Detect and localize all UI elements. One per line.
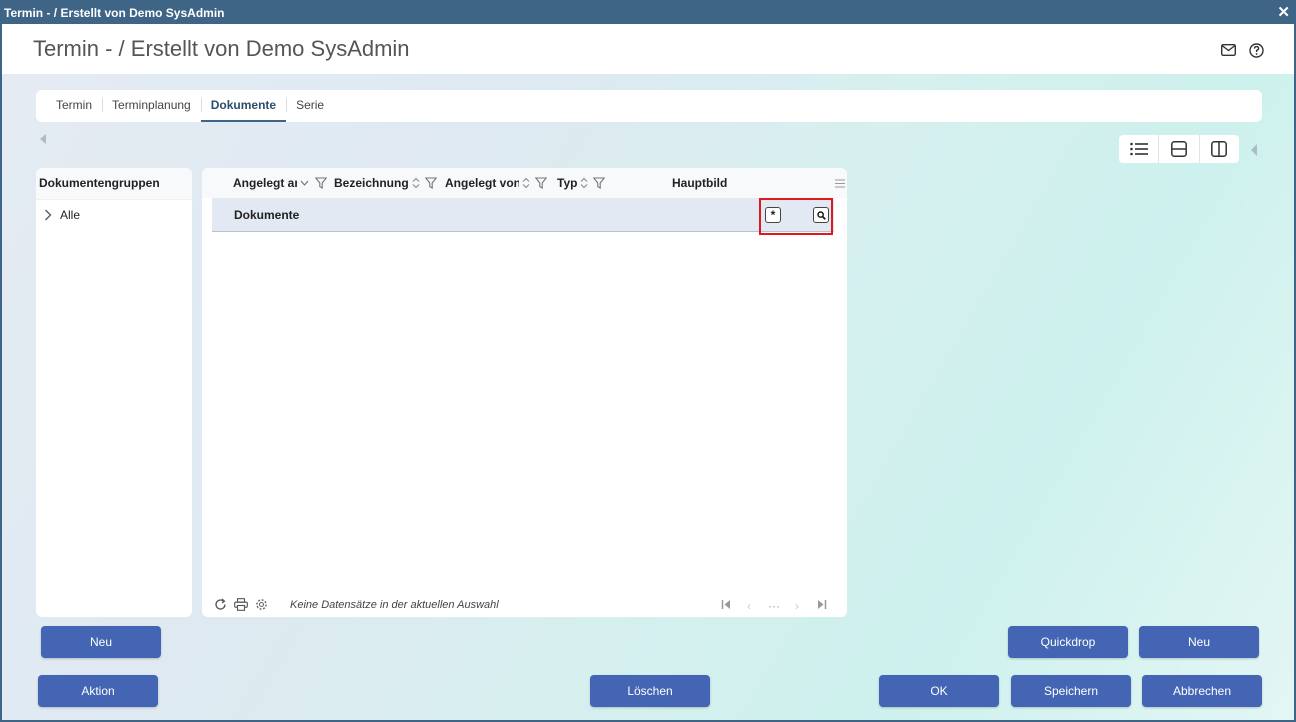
window-title: Termin - / Erstellt von Demo SysAdmin	[4, 6, 225, 20]
neu-right-button[interactable]: Neu	[1139, 626, 1259, 658]
column-angelegt-am[interactable]: Angelegt am	[233, 176, 327, 190]
neu-left-button[interactable]: Neu	[41, 626, 161, 658]
group-row-label: Dokumente	[234, 208, 300, 222]
grid-status-text: Keine Datensätze in der aktuellen Auswah…	[290, 599, 499, 611]
sort-icon[interactable]	[580, 177, 588, 189]
tab-termin[interactable]: Termin	[46, 90, 102, 122]
help-icon[interactable]	[1248, 42, 1264, 58]
pager-prev-icon[interactable]: ‹	[747, 599, 751, 613]
page-title: Termin - / Erstellt von Demo SysAdmin	[33, 36, 410, 61]
content-area: Termin Terminplanung Dokumente Serie Dok…	[2, 74, 1294, 720]
document-groups-title: Dokumentengruppen	[36, 168, 192, 200]
refresh-icon[interactable]	[214, 598, 227, 611]
column-angelegt-von[interactable]: Angelegt von	[445, 176, 547, 190]
chevron-right-icon[interactable]	[44, 209, 58, 221]
document-groups-panel: Dokumentengruppen Alle	[36, 168, 192, 617]
abbrechen-button[interactable]: Abbrechen	[1142, 675, 1262, 707]
tab-serie[interactable]: Serie	[286, 90, 334, 122]
filter-icon[interactable]	[535, 177, 547, 189]
pager-last-icon[interactable]	[817, 599, 827, 613]
search-button[interactable]	[813, 207, 829, 223]
list-view-icon[interactable]	[1119, 135, 1160, 163]
ok-button[interactable]: OK	[879, 675, 999, 707]
vertical-split-icon[interactable]	[1200, 135, 1239, 163]
filter-icon[interactable]	[593, 177, 606, 189]
tab-bar: Termin Terminplanung Dokumente Serie	[36, 90, 1262, 122]
filter-icon[interactable]	[315, 177, 327, 189]
column-menu-icon[interactable]	[835, 177, 845, 191]
window-titlebar: Termin - / Erstellt von Demo SysAdmin ✕	[2, 2, 1294, 24]
collapse-right-arrow-icon[interactable]	[1251, 144, 1257, 156]
horizontal-split-icon[interactable]	[1159, 135, 1200, 163]
page-header: Termin - / Erstellt von Demo SysAdmin	[2, 24, 1294, 74]
grid-header: Angelegt am Bezeichnung Angelegt von Typ	[202, 168, 847, 198]
group-row-dokumente[interactable]: Dokumente *	[212, 198, 834, 235]
tab-terminplanung[interactable]: Terminplanung	[102, 90, 201, 122]
new-document-button[interactable]: *	[765, 207, 781, 223]
column-typ[interactable]: Typ	[557, 176, 606, 190]
documents-grid: Angelegt am Bezeichnung Angelegt von Typ	[202, 168, 847, 617]
pager-next-icon[interactable]: ›	[795, 599, 799, 613]
grid-footer: Keine Datensätze in der aktuellen Auswah…	[202, 595, 847, 617]
view-mode-toolbar	[1119, 135, 1239, 163]
filter-icon[interactable]	[424, 177, 437, 189]
dialog-window: Termin - / Erstellt von Demo SysAdmin ✕ …	[0, 0, 1296, 722]
settings-gear-icon[interactable]	[255, 598, 268, 611]
print-icon[interactable]	[234, 598, 248, 611]
sort-icon[interactable]	[522, 177, 530, 189]
close-icon[interactable]: ✕	[1277, 2, 1290, 24]
tab-dokumente[interactable]: Dokumente	[200, 90, 287, 122]
search-icon	[816, 210, 826, 220]
pager-first-icon[interactable]	[721, 599, 731, 613]
collapse-left-arrow-icon[interactable]	[40, 134, 46, 144]
speichern-button[interactable]: Speichern	[1011, 675, 1131, 707]
tree-item-alle[interactable]: Alle	[36, 204, 192, 226]
pager-dots[interactable]: ···	[768, 599, 780, 613]
sort-down-icon[interactable]	[300, 180, 309, 186]
sort-icon[interactable]	[412, 177, 420, 189]
aktion-button[interactable]: Aktion	[38, 675, 158, 707]
column-hauptbild[interactable]: Hauptbild	[672, 176, 727, 190]
loeschen-button[interactable]: Löschen	[590, 675, 710, 707]
mail-icon[interactable]	[1220, 42, 1236, 58]
column-bezeichnung[interactable]: Bezeichnung	[334, 176, 437, 190]
tree-item-label: Alle	[60, 208, 81, 222]
quickdrop-button[interactable]: Quickdrop	[1008, 626, 1128, 658]
